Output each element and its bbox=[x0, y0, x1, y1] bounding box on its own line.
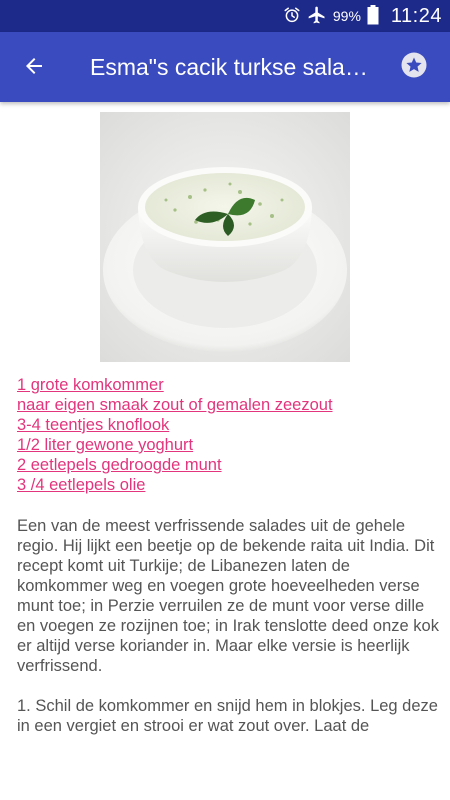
status-icons: 99% 11:24 bbox=[283, 0, 442, 32]
recipe-steps: 1. Schil de komkommer en snijd hem in bl… bbox=[17, 697, 438, 735]
favorite-button[interactable] bbox=[400, 52, 428, 83]
ingredient-link[interactable]: 2 eetlepels gedroogde munt bbox=[17, 455, 437, 475]
page-title: Esma"s cacik turkse salade recept bbox=[90, 54, 380, 80]
ingredient-link[interactable]: 3-4 teentjes knoflook bbox=[17, 415, 437, 435]
arrow-left-icon bbox=[22, 54, 46, 83]
status-bar: 99% 11:24 bbox=[0, 0, 450, 32]
battery-icon bbox=[367, 4, 379, 28]
ingredient-link[interactable]: 3 /4 eetlepels olie bbox=[17, 475, 437, 495]
ingredient-link[interactable]: naar eigen smaak zout of gemalen zeezout bbox=[17, 395, 437, 415]
recipe-content[interactable]: 1 grote komkommer naar eigen smaak zout … bbox=[0, 102, 450, 800]
star-icon bbox=[401, 52, 427, 83]
alarm-clock-icon bbox=[283, 6, 301, 27]
recipe-photo bbox=[100, 112, 350, 362]
ingredient-link[interactable]: 1 grote komkommer bbox=[17, 375, 437, 395]
clock-time: 11:24 bbox=[390, 4, 442, 27]
app-bar: Esma"s cacik turkse salade recept bbox=[0, 32, 450, 102]
recipe-description: Een van de meest verfrissende salades ui… bbox=[17, 517, 439, 675]
airplane-mode-icon bbox=[307, 5, 327, 28]
ingredient-list: 1 grote komkommer naar eigen smaak zout … bbox=[17, 375, 437, 495]
battery-percentage: 99% bbox=[332, 8, 361, 24]
ingredient-link[interactable]: 1/2 liter gewone yoghurt bbox=[17, 435, 437, 455]
back-button[interactable] bbox=[18, 52, 50, 84]
